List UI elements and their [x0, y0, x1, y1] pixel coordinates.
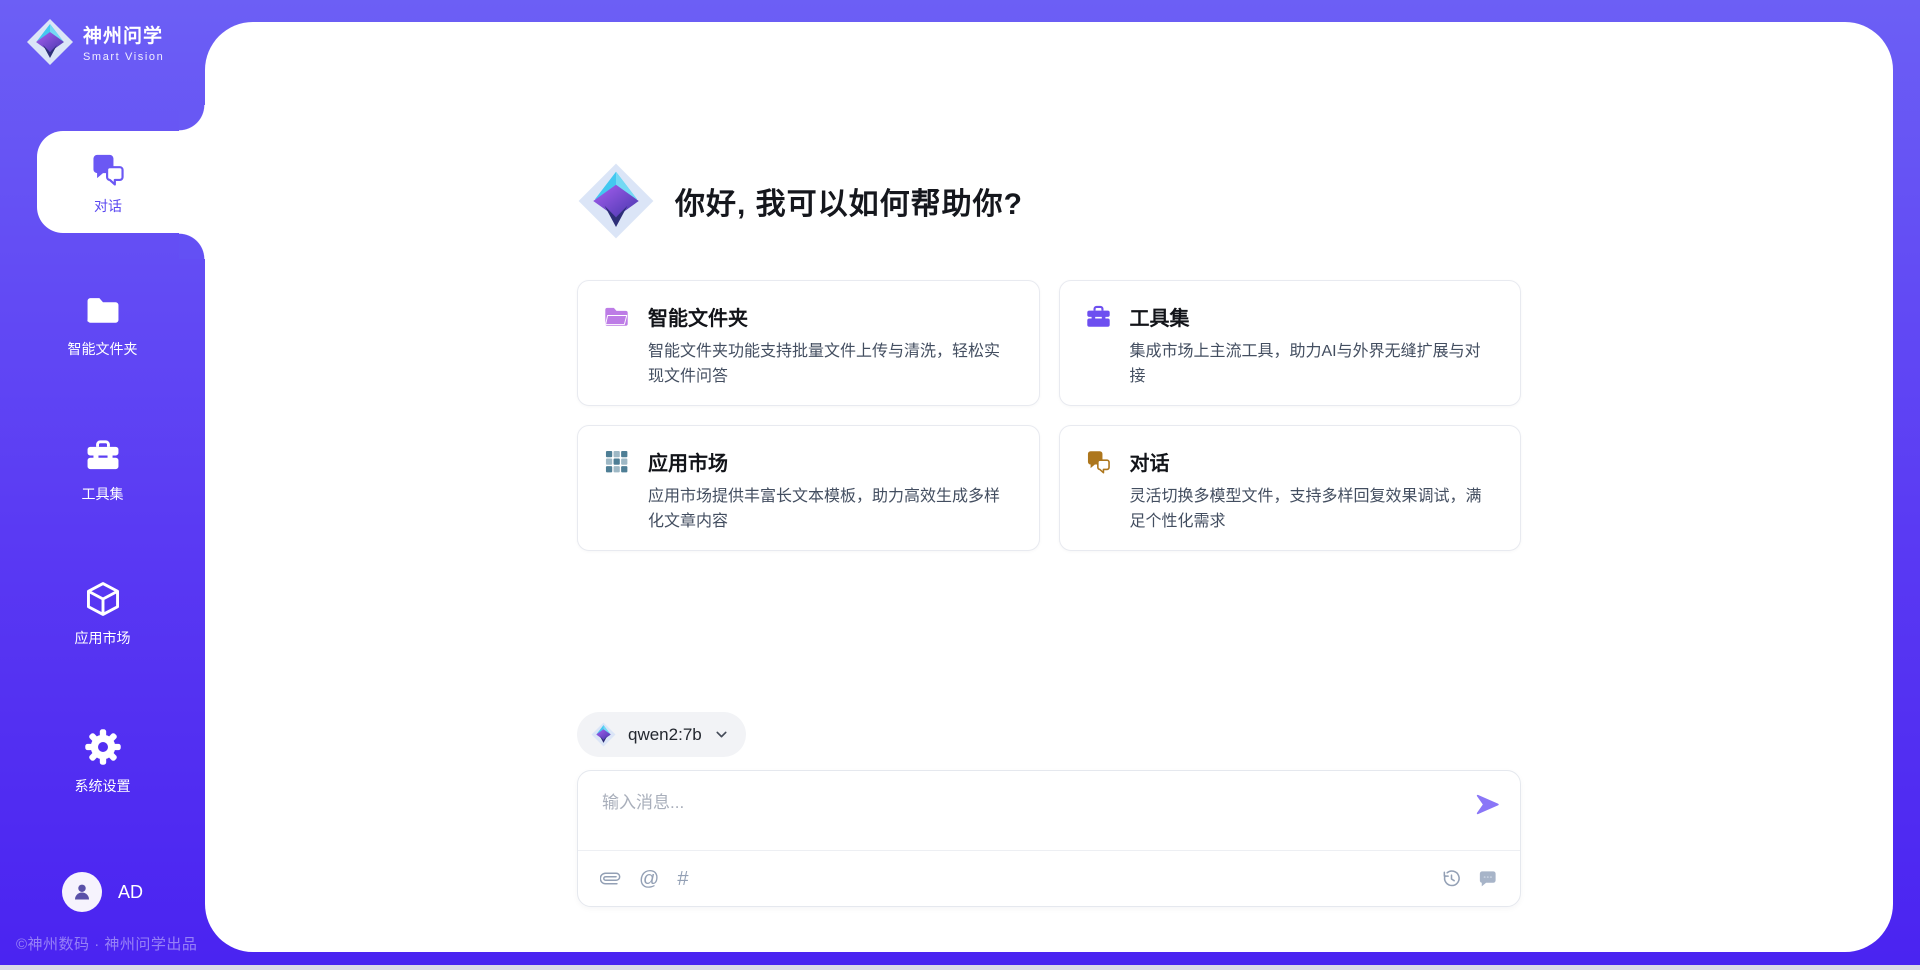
diamond-logo-icon: [591, 722, 616, 747]
card-title: 对话: [1130, 447, 1170, 476]
folder-icon: [602, 302, 631, 331]
card-header: 智能文件夹: [602, 302, 1015, 331]
history-icon[interactable]: [1441, 868, 1462, 889]
brand-subtitle: Smart Vision: [83, 51, 164, 63]
card-description: 集成市场上主流工具，助力AI与外界无缝扩展与对接: [1130, 340, 1497, 390]
diamond-logo-icon: [577, 162, 655, 240]
sidebar-item-app-market[interactable]: 应用市场: [0, 579, 205, 648]
card-title: 应用市场: [648, 447, 728, 476]
card-header: 对话: [1084, 447, 1497, 476]
card-description: 应用市场提供丰富长文本模板，助力高效生成多样化文章内容: [648, 485, 1015, 535]
card-title: 工具集: [1130, 302, 1190, 331]
gear-icon: [83, 727, 123, 767]
at-icon[interactable]: @: [639, 869, 659, 889]
composer-right-tools: [1441, 868, 1498, 889]
sidebar-item-toolset[interactable]: 工具集: [0, 435, 205, 504]
card-description: 智能文件夹功能支持批量文件上传与清洗，轻松实现文件问答: [648, 340, 1015, 390]
card-smart-folder[interactable]: 智能文件夹 智能文件夹功能支持批量文件上传与清洗，轻松实现文件问答: [577, 280, 1040, 406]
copyright-footer: ©神州数码 · 神州问学出品: [16, 933, 197, 954]
card-header: 工具集: [1084, 302, 1497, 331]
brand-logo: 神州问学 Smart Vision: [26, 18, 164, 66]
brand-name: 神州问学: [83, 21, 164, 48]
chat-bubble-icon[interactable]: [1477, 868, 1498, 889]
greeting-title: 你好, 我可以如何帮助你?: [675, 179, 1023, 223]
card-toolset[interactable]: 工具集 集成市场上主流工具，助力AI与外界无缝扩展与对接: [1059, 280, 1522, 406]
message-composer: @ #: [577, 770, 1521, 907]
composer-toolbar: @ #: [578, 850, 1520, 906]
card-chat[interactable]: 对话 灵活切换多模型文件，支持多样回复效果调试，满足个性化需求: [1059, 425, 1522, 551]
cube-icon: [83, 579, 123, 619]
active-tab-bottom-curve: [179, 233, 205, 259]
window-bottom-edge: [0, 965, 1920, 970]
chat-icon: [88, 149, 128, 189]
sidebar-item-label: 应用市场: [75, 628, 131, 648]
sidebar-item-label: 对话: [94, 196, 122, 216]
user-initials: AD: [118, 882, 143, 903]
message-input[interactable]: [602, 788, 1452, 840]
chevron-down-icon: [714, 727, 729, 742]
folder-icon: [83, 290, 123, 330]
sidebar-item-label: 智能文件夹: [68, 339, 138, 359]
active-tab-top-curve: [179, 105, 205, 131]
main-panel: 你好, 我可以如何帮助你? 智能文件夹 智能文件夹功能支持批量文件上传与清洗，轻…: [205, 22, 1893, 952]
sidebar-item-label: 系统设置: [75, 776, 131, 796]
card-header: 应用市场: [602, 447, 1015, 476]
model-name: qwen2:7b: [628, 725, 702, 745]
brand-text: 神州问学 Smart Vision: [83, 21, 164, 63]
sidebar-item-chat[interactable]: 对话: [37, 131, 205, 233]
grid-icon: [602, 447, 631, 476]
diamond-logo-icon: [26, 18, 74, 66]
feature-cards: 智能文件夹 智能文件夹功能支持批量文件上传与清洗，轻松实现文件问答 工具集 集成…: [577, 280, 1521, 551]
user-avatar-icon: [70, 880, 94, 904]
greeting-block: 你好, 我可以如何帮助你?: [577, 162, 1023, 240]
user-account[interactable]: AD: [0, 872, 205, 912]
main-content: 你好, 我可以如何帮助你? 智能文件夹 智能文件夹功能支持批量文件上传与清洗，轻…: [577, 22, 1521, 952]
avatar: [62, 872, 102, 912]
briefcase-icon: [1084, 302, 1113, 331]
model-selector[interactable]: qwen2:7b: [577, 712, 746, 757]
send-icon[interactable]: [1474, 791, 1501, 818]
card-title: 智能文件夹: [648, 302, 748, 331]
card-app-market[interactable]: 应用市场 应用市场提供丰富长文本模板，助力高效生成多样化文章内容: [577, 425, 1040, 551]
chat-icon: [1084, 447, 1113, 476]
composer-left-tools: @ #: [600, 868, 688, 889]
sidebar-item-label: 工具集: [82, 484, 124, 504]
sidebar-item-smart-folder[interactable]: 智能文件夹: [0, 290, 205, 359]
briefcase-icon: [83, 435, 123, 475]
sidebar: 神州问学 Smart Vision 对话 智能文件夹 工具集 应用市场 系统设置…: [0, 0, 205, 970]
hash-icon[interactable]: #: [677, 869, 688, 889]
card-description: 灵活切换多模型文件，支持多样回复效果调试，满足个性化需求: [1130, 485, 1497, 535]
paperclip-icon[interactable]: [600, 868, 621, 889]
sidebar-item-system-settings[interactable]: 系统设置: [0, 727, 205, 796]
